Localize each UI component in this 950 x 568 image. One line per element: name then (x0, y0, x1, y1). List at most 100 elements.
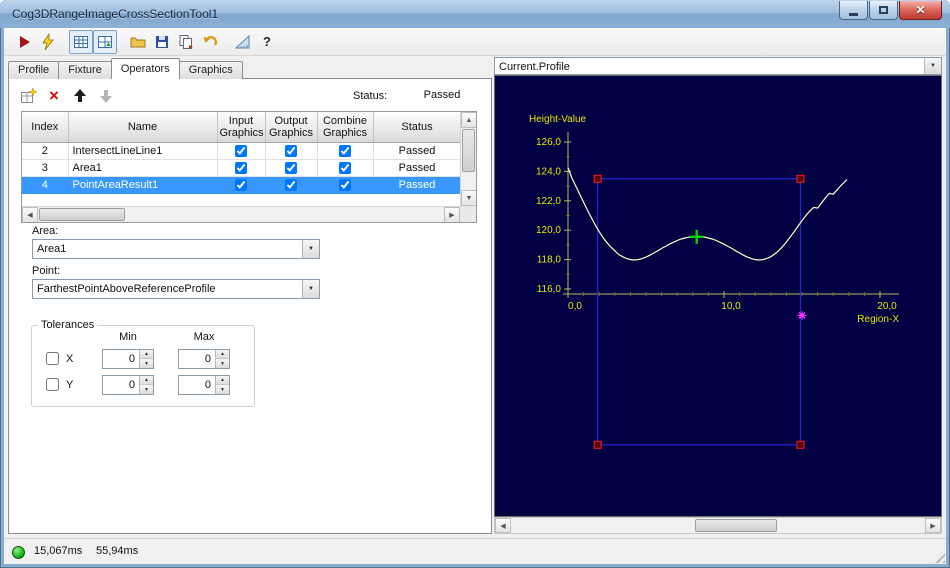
tolerance-x-checkbox[interactable] (46, 352, 59, 365)
spin-up-button[interactable]: ▲ (216, 376, 229, 385)
help-button[interactable]: ? (255, 30, 279, 54)
spinner-buttons: ▲ ▼ (215, 376, 229, 394)
input-graphics-checkbox[interactable] (235, 145, 247, 157)
chart-horizontal-scrollbar[interactable]: ◀ ▶ (494, 517, 942, 534)
input-graphics-checkbox[interactable] (235, 179, 247, 191)
tolerance-y-max-value[interactable]: 0 (179, 376, 214, 394)
cell-name[interactable]: Area1 (68, 159, 218, 177)
scroll-down-button[interactable]: ▼ (461, 190, 476, 206)
open-button[interactable] (126, 30, 150, 54)
cell-index[interactable]: 2 (22, 142, 69, 160)
display-selector-combobox[interactable]: Current.Profile ▼ (494, 57, 942, 75)
tab-fixture[interactable]: Fixture (58, 61, 112, 79)
move-up-button[interactable] (69, 85, 91, 107)
tolerance-y-checkbox[interactable] (46, 378, 59, 391)
cell-index[interactable]: 3 (22, 159, 69, 177)
scroll-left-button[interactable]: ◀ (495, 518, 511, 533)
tolerance-x-min-value[interactable]: 0 (103, 350, 138, 368)
output-graphics-checkbox[interactable] (285, 145, 297, 157)
spin-down-button[interactable]: ▼ (216, 359, 229, 368)
tolerance-y-label: Y (66, 379, 74, 391)
move-down-button[interactable] (95, 85, 117, 107)
run-button[interactable] (12, 30, 36, 54)
execution-time: 15,067ms (34, 545, 83, 557)
copy-results-button[interactable] (174, 30, 198, 54)
vertical-scroll-thumb[interactable] (462, 129, 475, 172)
horizontal-scroll-thumb[interactable] (39, 208, 125, 221)
point-combobox[interactable]: FarthestPointAboveReferenceProfile ▼ (32, 279, 320, 299)
chevron-down-icon: ▼ (930, 63, 936, 69)
titlebar[interactable]: Cog3DRangeImageCrossSectionTool1 ✕ (0, 0, 950, 28)
close-icon: ✕ (915, 2, 926, 17)
col-header-status[interactable]: Status (373, 112, 462, 143)
col-header-output-graphics[interactable]: Output Graphics (265, 112, 318, 143)
output-graphics-checkbox[interactable] (285, 162, 297, 174)
table-row[interactable]: 3 Area1 Passed (22, 159, 462, 177)
add-operator-button[interactable] (17, 85, 39, 107)
spin-up-button[interactable]: ▲ (216, 350, 229, 359)
reset-button[interactable] (198, 30, 222, 54)
tolerance-x-min-spinner[interactable]: 0 ▲ ▼ (102, 349, 154, 369)
cell-output-graphics (265, 176, 318, 194)
scroll-left-button[interactable]: ◀ (22, 207, 38, 222)
combine-graphics-checkbox[interactable] (339, 145, 351, 157)
x-tick-label: 10,0 (721, 301, 741, 312)
area-combobox-button[interactable]: ▼ (302, 240, 319, 258)
tolerance-x-max-value[interactable]: 0 (179, 350, 214, 368)
operators-page: × Status: Passed Index Name Input Graphi… (8, 78, 492, 534)
delete-operator-button[interactable]: × (43, 85, 65, 107)
cell-index[interactable]: 4 (22, 176, 69, 194)
scroll-right-button[interactable]: ▶ (444, 207, 460, 222)
tool-time: 55,94ms (96, 545, 139, 557)
cell-combine-graphics (317, 159, 374, 177)
image-display-toggle[interactable] (69, 29, 93, 54)
close-button[interactable]: ✕ (899, 1, 942, 20)
measure-button[interactable] (231, 30, 255, 54)
tolerance-y-min-spinner[interactable]: 0 ▲ ▼ (102, 375, 154, 395)
table-row[interactable]: 4 PointAreaResult1 Passed (22, 176, 462, 194)
tolerance-y-min-value[interactable]: 0 (103, 376, 138, 394)
tab-profile[interactable]: Profile (8, 61, 60, 79)
graphics-display-toggle[interactable] (93, 29, 117, 54)
area-combobox[interactable]: Area1 ▼ (32, 239, 320, 259)
minimize-button[interactable] (839, 1, 868, 20)
combine-graphics-checkbox[interactable] (339, 162, 351, 174)
region-corner-handle[interactable] (796, 174, 805, 183)
table-horizontal-scrollbar[interactable]: ◀ ▶ (22, 206, 460, 222)
maximize-button[interactable] (869, 1, 898, 20)
table-vertical-scrollbar[interactable]: ▲ ▼ (460, 112, 476, 206)
spin-up-button[interactable]: ▲ (140, 350, 153, 359)
trigger-button[interactable] (36, 30, 60, 54)
col-header-name[interactable]: Name (68, 112, 218, 143)
tolerance-x-max-spinner[interactable]: 0 ▲ ▼ (178, 349, 230, 369)
region-corner-handle[interactable] (593, 440, 602, 449)
display-selector-button[interactable]: ▼ (924, 58, 941, 74)
col-header-input-graphics[interactable]: Input Graphics (217, 112, 266, 143)
chart-scroll-thumb[interactable] (695, 519, 777, 532)
region-corner-handle[interactable] (796, 440, 805, 449)
point-combobox-button[interactable]: ▼ (302, 280, 319, 298)
table-row[interactable]: 2 IntersectLineLine1 Passed (22, 142, 462, 160)
spin-down-button[interactable]: ▼ (216, 385, 229, 394)
region-corner-handle[interactable] (593, 174, 602, 183)
tab-graphics[interactable]: Graphics (178, 61, 243, 79)
input-graphics-checkbox[interactable] (235, 162, 247, 174)
spin-up-button[interactable]: ▲ (140, 376, 153, 385)
spin-down-button[interactable]: ▼ (140, 385, 153, 394)
profile-chart[interactable]: 126,0 124,0 122,0 120,0 118,0 116,0 0,0 10,0 20,… (494, 75, 942, 517)
cell-name[interactable]: IntersectLineLine1 (68, 142, 218, 160)
scroll-right-button[interactable]: ▶ (925, 518, 941, 533)
output-graphics-checkbox[interactable] (285, 179, 297, 191)
save-button[interactable] (150, 30, 174, 54)
window: Cog3DRangeImageCrossSectionTool1 ✕ ? Pro… (0, 0, 950, 568)
profile-chart-svg[interactable]: 126,0 124,0 122,0 120,0 118,0 116,0 0,0 10,0 20,… (495, 76, 941, 516)
resize-grip[interactable] (931, 549, 945, 563)
tab-operators[interactable]: Operators (110, 58, 180, 79)
tolerance-y-max-spinner[interactable]: 0 ▲ ▼ (178, 375, 230, 395)
scroll-up-button[interactable]: ▲ (461, 112, 476, 128)
combine-graphics-checkbox[interactable] (339, 179, 351, 191)
cell-name[interactable]: PointAreaResult1 (68, 176, 218, 194)
col-header-combine-graphics[interactable]: Combine Graphics (317, 112, 374, 143)
col-header-index[interactable]: Index (22, 112, 69, 143)
spin-down-button[interactable]: ▼ (140, 359, 153, 368)
